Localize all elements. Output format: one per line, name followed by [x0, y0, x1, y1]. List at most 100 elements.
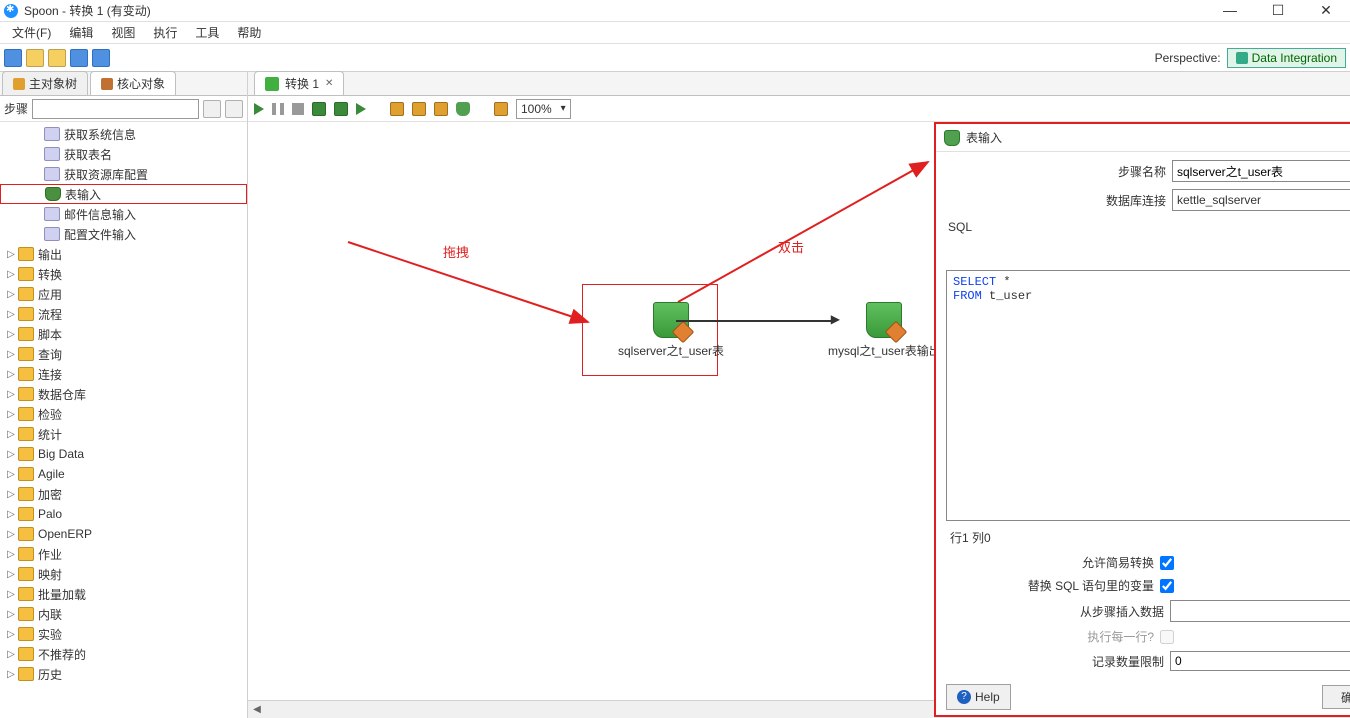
ok-button[interactable]: 确定(O) — [1322, 685, 1350, 709]
expand-icon[interactable]: ▷ — [4, 449, 18, 460]
menu-edit[interactable]: 编辑 — [61, 22, 101, 43]
tree-folder[interactable]: ▷实验 — [0, 624, 247, 644]
sql-button[interactable] — [434, 102, 448, 116]
menu-run[interactable]: 执行 — [145, 22, 185, 43]
tree-folder[interactable]: ▷批量加载 — [0, 584, 247, 604]
perspective-selector[interactable]: Data Integration — [1227, 48, 1346, 68]
minimize-button[interactable]: — — [1210, 1, 1250, 21]
open-button[interactable] — [26, 49, 44, 67]
impact-button[interactable] — [412, 102, 426, 116]
menu-help[interactable]: 帮助 — [229, 22, 269, 43]
maximize-button[interactable]: ☐ — [1258, 1, 1298, 21]
debug-button[interactable] — [334, 102, 348, 116]
expand-icon[interactable]: ▷ — [4, 589, 18, 600]
tab-core-objects[interactable]: 核心对象 — [90, 71, 176, 95]
expand-icon[interactable]: ▷ — [4, 289, 18, 300]
db-explorer-button[interactable] — [456, 102, 470, 116]
tree-folder[interactable]: ▷查询 — [0, 344, 247, 364]
tree-folder[interactable]: ▷Palo — [0, 504, 247, 524]
menu-tools[interactable]: 工具 — [187, 22, 227, 43]
expand-icon[interactable]: ▷ — [4, 429, 18, 440]
tree-folder[interactable]: ▷输出 — [0, 244, 247, 264]
step-name-input[interactable] — [1172, 160, 1350, 182]
run-button[interactable] — [254, 103, 264, 115]
save-button[interactable] — [70, 49, 88, 67]
folder-icon — [18, 447, 34, 461]
scroll-left-icon[interactable]: ◀ — [248, 704, 266, 715]
expand-icon[interactable]: ▷ — [4, 649, 18, 660]
canvas-tab[interactable]: 转换 1 ✕ — [254, 71, 344, 95]
menu-file[interactable]: 文件(F) — [4, 22, 59, 43]
expand-icon[interactable]: ▷ — [4, 529, 18, 540]
collapse-all-button[interactable] — [225, 100, 243, 118]
verify-button[interactable] — [390, 102, 404, 116]
tree-folder[interactable]: ▷不推荐的 — [0, 644, 247, 664]
expand-icon[interactable]: ▷ — [4, 549, 18, 560]
tree-folder[interactable]: ▷映射 — [0, 564, 247, 584]
tree-folder[interactable]: ▷Big Data — [0, 444, 247, 464]
tree-item-table-input[interactable]: 表输入 — [0, 184, 247, 204]
tab-close-icon[interactable]: ✕ — [325, 78, 333, 89]
canvas[interactable]: 拖拽 双击 sqlserver之t_user表 mysql之t_user表输出 … — [248, 122, 1350, 718]
canvas-node-source[interactable]: sqlserver之t_user表 — [618, 302, 724, 359]
tree-folder[interactable]: ▷OpenERP — [0, 524, 247, 544]
limit-input[interactable] — [1170, 651, 1350, 671]
db-connection-select[interactable]: kettle_sqlserver — [1172, 189, 1350, 211]
expand-icon[interactable]: ▷ — [4, 569, 18, 580]
menu-view[interactable]: 视图 — [103, 22, 143, 43]
tab-main-tree[interactable]: 主对象树 — [2, 71, 88, 95]
expand-icon[interactable]: ▷ — [4, 629, 18, 640]
canvas-node-target[interactable]: mysql之t_user表输出 — [828, 302, 941, 359]
expand-icon[interactable]: ▷ — [4, 249, 18, 260]
tree-folder[interactable]: ▷连接 — [0, 364, 247, 384]
tree-item[interactable]: 获取表名 — [0, 144, 247, 164]
new-button[interactable] — [4, 49, 22, 67]
help-button[interactable]: ?Help — [946, 684, 1011, 710]
tree-item[interactable]: 邮件信息输入 — [0, 204, 247, 224]
hop[interactable] — [676, 320, 836, 322]
tree-folder[interactable]: ▷脚本 — [0, 324, 247, 344]
expand-icon[interactable]: ▷ — [4, 409, 18, 420]
tree-folder[interactable]: ▷流程 — [0, 304, 247, 324]
expand-icon[interactable]: ▷ — [4, 609, 18, 620]
tree-folder[interactable]: ▷统计 — [0, 424, 247, 444]
expand-icon[interactable]: ▷ — [4, 489, 18, 500]
expand-icon[interactable]: ▷ — [4, 329, 18, 340]
grid-button[interactable] — [494, 102, 508, 116]
steps-tree[interactable]: 获取系统信息 获取表名 获取资源库配置 表输入 邮件信息输入 配置文件输入 ▷输… — [0, 122, 247, 718]
stop-button[interactable] — [292, 103, 304, 115]
tree-folder[interactable]: ▷Agile — [0, 464, 247, 484]
expand-icon[interactable]: ▷ — [4, 469, 18, 480]
tree-item[interactable]: 获取系统信息 — [0, 124, 247, 144]
tree-folder[interactable]: ▷作业 — [0, 544, 247, 564]
tree-folder[interactable]: ▷应用 — [0, 284, 247, 304]
tree-folder[interactable]: ▷转换 — [0, 264, 247, 284]
expand-icon[interactable]: ▷ — [4, 349, 18, 360]
pause-button[interactable] — [272, 103, 284, 115]
tree-folder[interactable]: ▷内联 — [0, 604, 247, 624]
expand-icon[interactable]: ▷ — [4, 309, 18, 320]
sql-textarea[interactable]: SELECT *FROM t_user — [946, 270, 1350, 521]
tree-folder[interactable]: ▷加密 — [0, 484, 247, 504]
tree-item[interactable]: 配置文件输入 — [0, 224, 247, 244]
expand-icon[interactable]: ▷ — [4, 269, 18, 280]
expand-all-button[interactable] — [203, 100, 221, 118]
tree-folder[interactable]: ▷检验 — [0, 404, 247, 424]
saveas-button[interactable] — [92, 49, 110, 67]
close-button[interactable]: ✕ — [1306, 1, 1346, 21]
lazy-conversion-checkbox[interactable] — [1160, 556, 1174, 570]
replace-vars-checkbox[interactable] — [1160, 579, 1174, 593]
explore-button[interactable] — [48, 49, 66, 67]
from-step-select[interactable] — [1170, 600, 1350, 622]
replay-button[interactable] — [356, 103, 366, 115]
tree-folder[interactable]: ▷历史 — [0, 664, 247, 684]
expand-icon[interactable]: ▷ — [4, 669, 18, 680]
steps-filter-input[interactable] — [32, 99, 199, 119]
expand-icon[interactable]: ▷ — [4, 389, 18, 400]
tree-folder[interactable]: ▷数据仓库 — [0, 384, 247, 404]
expand-icon[interactable]: ▷ — [4, 369, 18, 380]
expand-icon[interactable]: ▷ — [4, 509, 18, 520]
zoom-select[interactable]: 100% — [516, 99, 571, 119]
preview-button[interactable] — [312, 102, 326, 116]
tree-item[interactable]: 获取资源库配置 — [0, 164, 247, 184]
